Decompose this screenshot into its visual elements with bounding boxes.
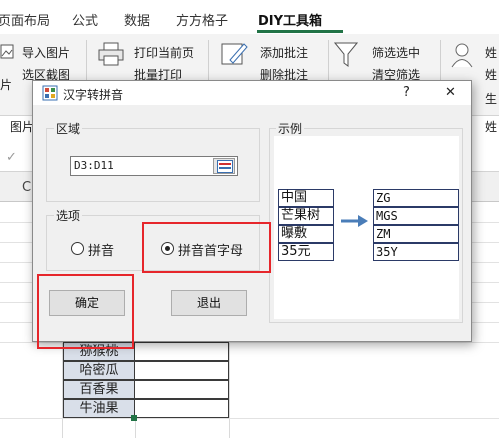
person-icon[interactable] — [450, 42, 474, 68]
ribbon-tab-bar: 页面布局 公式 数据 方方格子 DIY工具箱 — [0, 0, 499, 34]
dialog-title: 汉字转拼音 — [63, 88, 124, 102]
arrow-right-icon — [341, 215, 368, 227]
tab-formulas[interactable]: 公式 — [72, 10, 98, 29]
filter-funnel-icon[interactable] — [334, 42, 358, 68]
tab-diy-toolbox[interactable]: DIY工具箱 — [258, 10, 322, 29]
column-header-c[interactable]: C — [22, 180, 31, 195]
range-select-button[interactable] — [213, 158, 235, 174]
add-comment-button[interactable]: 添加批注 — [260, 44, 308, 61]
example-input-cell: 35元 — [278, 243, 334, 261]
import-image-button[interactable]: 导入图片 — [22, 44, 70, 61]
region-group-label: 区域 — [54, 120, 83, 137]
table-cell[interactable]: 牛油果 — [63, 399, 135, 418]
range-input-value: D3:D11 — [74, 159, 114, 172]
example-panel: 中国 芒果树 曝敷 35元 ZG MGS ZM 35Y — [274, 136, 459, 319]
tab-data[interactable]: 数据 — [124, 10, 150, 29]
help-button[interactable]: ? — [403, 85, 410, 100]
check-icon[interactable]: ✓ — [6, 150, 17, 165]
grid-line — [0, 418, 499, 419]
example-output-cell: ZM — [373, 225, 459, 243]
example-input-cell: 中国 — [278, 189, 334, 207]
comment-pencil-icon[interactable] — [220, 40, 248, 68]
table-cell-empty[interactable] — [135, 342, 229, 361]
image-group-label: 图片 — [10, 120, 35, 134]
example-group-label: 示例 — [276, 120, 305, 137]
fill-handle[interactable] — [131, 415, 137, 421]
range-select-icon — [217, 160, 233, 173]
ribbon-partial-label[interactable]: 片 — [0, 76, 12, 93]
close-button[interactable]: ✕ — [445, 85, 456, 100]
app-icon — [42, 85, 58, 101]
dialog-title-bar[interactable]: 汉字转拼音 ? ✕ — [33, 81, 471, 105]
example-output-cell: 35Y — [373, 243, 459, 261]
image-icon[interactable] — [0, 44, 14, 60]
table-cell-empty[interactable] — [135, 380, 229, 399]
highlight-box-initials-option — [142, 222, 271, 273]
table-cell[interactable]: 百香果 — [63, 380, 135, 399]
tab-page-layout[interactable]: 页面布局 — [0, 10, 50, 29]
ribbon-right-item-1[interactable]: 姓 — [485, 44, 497, 61]
highlight-box-ok-button — [37, 274, 134, 349]
example-input-cell: 曝敷 — [278, 225, 334, 243]
example-output-cell: ZG — [373, 189, 459, 207]
options-group-label: 选项 — [54, 207, 83, 224]
range-input[interactable]: D3:D11 — [70, 156, 238, 176]
table-cell[interactable]: 哈密瓜 — [63, 361, 135, 380]
example-input-cell: 芒果树 — [278, 207, 334, 225]
radio-pinyin[interactable] — [71, 242, 84, 255]
tab-fangfang[interactable]: 方方格子 — [176, 10, 228, 29]
print-current-page-button[interactable]: 打印当前页 — [134, 44, 194, 61]
printer-icon[interactable] — [98, 42, 124, 66]
ribbon-right-item-2[interactable]: 姓 — [485, 66, 497, 83]
ribbon-right-item-3[interactable]: 生 — [485, 90, 497, 107]
table-cell-empty[interactable] — [135, 361, 229, 380]
active-tab-indicator — [257, 30, 343, 33]
ribbon-right-group-label: 姓 — [485, 120, 498, 134]
table-cell-empty[interactable] — [135, 399, 229, 418]
radio-pinyin-label[interactable]: 拼音 — [88, 240, 114, 259]
example-output-cell: MGS — [373, 207, 459, 225]
filter-selected-button[interactable]: 筛选选中 — [372, 44, 420, 61]
exit-button[interactable]: 退出 — [171, 290, 247, 316]
